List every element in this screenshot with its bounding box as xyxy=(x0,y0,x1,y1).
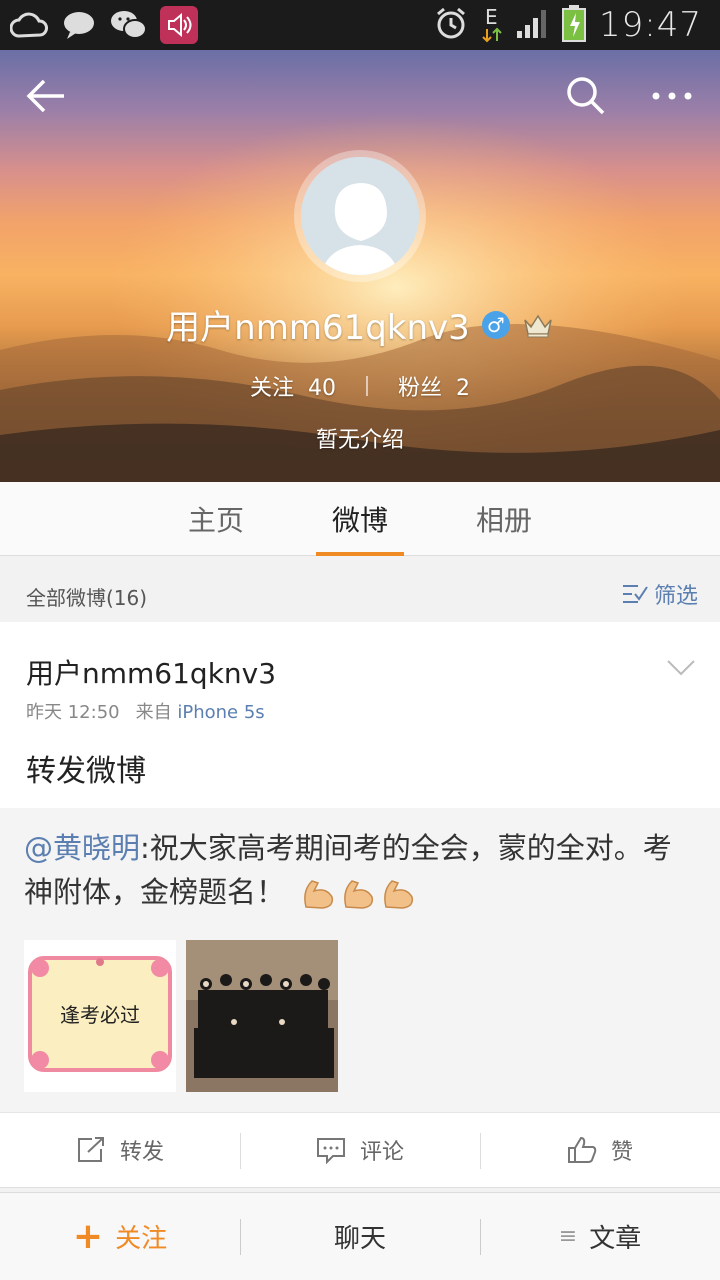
comment-button[interactable]: 评论 xyxy=(240,1113,480,1187)
chat-bubble-icon xyxy=(60,6,98,44)
male-gender-icon: ♂ xyxy=(481,310,510,339)
follow-button[interactable]: + 关注 xyxy=(0,1193,240,1280)
search-icon xyxy=(567,77,605,115)
tab-album[interactable]: 相册 xyxy=(432,482,576,556)
following-label: 关注 xyxy=(249,376,294,401)
like-button[interactable]: 赞 xyxy=(480,1113,720,1187)
bottom-action-bar: + 关注 聊天 ≡ 文章 xyxy=(0,1192,720,1280)
clock-time: 19:47 xyxy=(599,5,702,45)
comment-icon xyxy=(316,1138,345,1164)
repost-image-1-caption: 逢考必过 xyxy=(60,1003,140,1027)
profile-tabs: 主页 微博 相册 xyxy=(0,482,720,556)
filter-button[interactable]: 筛选 xyxy=(622,578,698,610)
cloud-icon xyxy=(10,6,48,44)
search-button[interactable] xyxy=(562,72,610,120)
repost-mention[interactable]: @黄晓明 xyxy=(24,831,140,865)
avatar[interactable] xyxy=(294,150,426,282)
follow-label: 关注 xyxy=(115,1224,168,1254)
chat-label: 聊天 xyxy=(333,1224,386,1254)
muscle-emoji-icon xyxy=(344,880,374,909)
repost-image-2[interactable] xyxy=(186,940,338,1092)
repost-icon xyxy=(77,1137,104,1162)
back-arrow-icon xyxy=(26,79,64,113)
follow-stats: 关注 40 粉丝 2 xyxy=(0,370,720,402)
chat-button[interactable]: 聊天 xyxy=(240,1193,480,1280)
tab-weibo[interactable]: 微博 xyxy=(288,482,432,556)
profile-header: 用户nmm61qknv3 ♂ 关注 40 粉丝 2 暂无介绍 xyxy=(0,50,720,482)
post-count: 全部微博(16) xyxy=(26,586,148,610)
default-avatar-icon xyxy=(301,157,419,275)
repost-block[interactable]: @黄晓明:祝大家高考期间考的全会，蒙的全对。考神附体，金榜题名！ 逢考必过 xyxy=(0,808,720,1112)
fans-stat[interactable]: 粉丝 2 xyxy=(398,370,470,402)
thumbs-up-icon xyxy=(567,1136,597,1163)
post-source-prefix: 来自 xyxy=(135,702,172,723)
article-label: 文章 xyxy=(589,1224,642,1254)
tab-home[interactable]: 主页 xyxy=(144,482,288,556)
plus-icon: + xyxy=(72,1215,104,1257)
profile-username: 用户nmm61qknv3 xyxy=(166,308,470,348)
signal-icon xyxy=(515,7,549,43)
fans-count: 2 xyxy=(456,376,471,401)
post-meta: 昨天 12:50 来自 iPhone 5s xyxy=(26,698,265,724)
back-button[interactable] xyxy=(22,72,70,120)
menu-lines-icon: ≡ xyxy=(558,1224,578,1249)
stats-divider xyxy=(366,376,368,396)
following-stat[interactable]: 关注 40 xyxy=(250,370,336,402)
repost-image-1[interactable]: 逢考必过 xyxy=(24,940,176,1092)
network-type: E xyxy=(481,5,503,45)
post-source[interactable]: iPhone 5s xyxy=(177,702,264,723)
post-author[interactable]: 用户nmm61qknv3 xyxy=(26,652,276,692)
more-button[interactable] xyxy=(648,72,696,120)
crown-icon[interactable] xyxy=(522,311,554,339)
battery-icon xyxy=(561,4,587,46)
fans-label: 粉丝 xyxy=(398,376,443,401)
repost-content: @黄晓明:祝大家高考期间考的全会，蒙的全对。考神附体，金榜题名！ xyxy=(24,826,694,914)
filter-label: 筛选 xyxy=(653,584,698,609)
wechat-icon xyxy=(110,6,148,44)
status-bar: E 19:47 xyxy=(0,0,720,50)
muscle-emoji-icon xyxy=(304,880,334,909)
filter-icon xyxy=(622,585,648,603)
volume-icon xyxy=(160,6,198,44)
filter-bar: 全部微博(16) 筛选 xyxy=(0,566,720,622)
muscle-emoji-group xyxy=(300,877,418,911)
post-time: 昨天 12:50 xyxy=(26,702,120,723)
like-label: 赞 xyxy=(610,1140,633,1165)
alarm-icon xyxy=(433,5,469,45)
post-card[interactable]: 用户nmm61qknv3 昨天 12:50 来自 iPhone 5s 转发微博 … xyxy=(0,622,720,1188)
muscle-emoji-icon xyxy=(384,880,414,909)
repost-label: 转发 xyxy=(119,1140,164,1165)
post-text: 转发微博 xyxy=(26,754,146,789)
repost-button[interactable]: 转发 xyxy=(0,1113,240,1187)
profile-bio: 暂无介绍 xyxy=(315,428,404,453)
more-dots-icon xyxy=(652,92,692,100)
chevron-down-icon[interactable] xyxy=(666,658,696,678)
article-button[interactable]: ≡ 文章 xyxy=(480,1193,720,1280)
post-actions: 转发 评论 赞 xyxy=(0,1112,720,1188)
comment-label: 评论 xyxy=(359,1140,404,1165)
following-count: 40 xyxy=(308,376,336,401)
